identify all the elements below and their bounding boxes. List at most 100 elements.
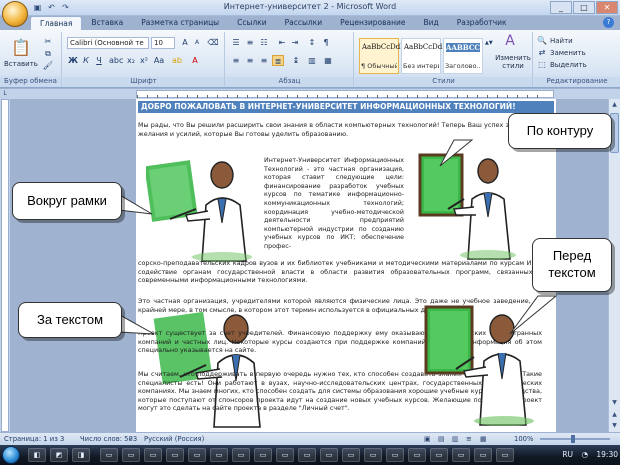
- subscript-icon[interactable]: x₂: [125, 55, 137, 66]
- tray-clock[interactable]: 19:30: [596, 450, 618, 459]
- borders-icon[interactable]: ▦: [322, 55, 334, 66]
- align-right-icon[interactable]: ≡: [258, 55, 270, 66]
- tab-home[interactable]: Главная: [30, 16, 83, 30]
- replace-button[interactable]: Заменить: [550, 49, 586, 57]
- view-print-layout-icon[interactable]: ▣: [424, 435, 430, 443]
- presenter-clipart-square[interactable]: [146, 153, 258, 263]
- zoom-slider-handle[interactable]: [571, 435, 575, 443]
- bullets-icon[interactable]: ☰: [230, 37, 242, 48]
- tab-mailings[interactable]: Рассылки: [276, 16, 332, 30]
- copy-icon[interactable]: ⧉: [42, 48, 54, 59]
- taskbar-app-1-icon[interactable]: ◧: [28, 448, 46, 462]
- taskbar-window-5[interactable]: ▭: [188, 448, 206, 462]
- next-page-icon[interactable]: ▼: [609, 420, 620, 431]
- justify-icon[interactable]: ≣: [272, 55, 284, 66]
- minimize-button[interactable]: _: [550, 1, 572, 14]
- find-icon[interactable]: 🔍: [536, 35, 548, 46]
- help-icon[interactable]: ?: [603, 17, 614, 28]
- grow-font-icon[interactable]: A: [179, 37, 191, 48]
- italic-icon[interactable]: К: [80, 55, 92, 66]
- prev-page-icon[interactable]: ▲: [609, 409, 620, 420]
- taskbar-window-7[interactable]: ▭: [232, 448, 250, 462]
- line-spacing-icon[interactable]: ↨: [290, 55, 302, 66]
- taskbar-window-3[interactable]: ▭: [144, 448, 162, 462]
- sort-icon[interactable]: ↕: [306, 37, 318, 48]
- shrink-font-icon[interactable]: A: [191, 37, 203, 48]
- font-color-icon[interactable]: A: [189, 55, 201, 66]
- taskbar-window-9[interactable]: ▭: [276, 448, 294, 462]
- clear-format-icon[interactable]: ⌫: [207, 37, 219, 48]
- status-language[interactable]: Русский (Россия): [144, 435, 204, 443]
- format-painter-icon[interactable]: 🖌: [42, 60, 54, 71]
- horizontal-ruler[interactable]: [136, 90, 554, 98]
- style-heading[interactable]: AABBCC Заголово...: [443, 38, 483, 74]
- tab-references[interactable]: Ссылки: [228, 16, 275, 30]
- zoom-slider[interactable]: [540, 438, 610, 440]
- taskbar-window-16[interactable]: ▭: [430, 448, 448, 462]
- align-center-icon[interactable]: ≡: [244, 55, 256, 66]
- taskbar-window-17[interactable]: ▭: [452, 448, 470, 462]
- office-button[interactable]: [2, 1, 28, 27]
- bold-icon[interactable]: Ж: [67, 55, 79, 66]
- numbering-icon[interactable]: ≡: [244, 37, 256, 48]
- superscript-icon[interactable]: x²: [138, 55, 150, 66]
- taskbar-window-18[interactable]: ▭: [474, 448, 492, 462]
- tab-view[interactable]: Вид: [414, 16, 447, 30]
- view-draft-icon[interactable]: ▦: [480, 435, 486, 443]
- strikethrough-icon[interactable]: abc: [109, 55, 123, 66]
- taskbar-app-2-icon[interactable]: ◩: [50, 448, 68, 462]
- paste-button[interactable]: Вставить: [4, 60, 38, 68]
- replace-icon[interactable]: ⇄: [536, 47, 548, 58]
- tab-insert[interactable]: Вставка: [82, 16, 132, 30]
- taskbar-window-1[interactable]: ▭: [100, 448, 118, 462]
- tray-icon[interactable]: ◔: [581, 450, 588, 459]
- start-button[interactable]: [2, 446, 20, 464]
- scroll-up-icon[interactable]: ▲: [609, 99, 620, 110]
- select-button[interactable]: Выделить: [550, 61, 587, 69]
- taskbar-window-8[interactable]: ▭: [254, 448, 272, 462]
- shading-icon[interactable]: ▥: [306, 55, 318, 66]
- style-no-spacing[interactable]: AaBbCcDdI Без интерв...: [401, 38, 445, 74]
- zoom-level[interactable]: 100%: [514, 435, 533, 443]
- view-outline-icon[interactable]: ≡: [466, 435, 472, 443]
- taskbar-app-3-icon[interactable]: ◨: [72, 448, 90, 462]
- find-button[interactable]: Найти: [550, 37, 573, 45]
- cut-icon[interactable]: ✂: [42, 36, 54, 47]
- document-page[interactable]: ДОБРО ПОЖАЛОВАТЬ В ИНТЕРНЕТ-УНИВЕРСИТЕТ …: [136, 99, 556, 432]
- scroll-down-icon[interactable]: ▼: [609, 397, 620, 408]
- styles-scroll-icon[interactable]: ▲▼: [485, 38, 493, 74]
- taskbar-window-6[interactable]: ▭: [210, 448, 228, 462]
- highlight-icon[interactable]: ab: [171, 55, 183, 66]
- keyboard-language[interactable]: RU: [562, 450, 573, 459]
- taskbar-window-10[interactable]: ▭: [298, 448, 316, 462]
- close-button[interactable]: ✕: [596, 1, 618, 14]
- view-reading-icon[interactable]: ▤: [438, 435, 444, 443]
- change-styles-button[interactable]: Изменить стили: [495, 54, 531, 70]
- vertical-ruler[interactable]: [0, 99, 10, 432]
- view-web-icon[interactable]: ▥: [452, 435, 458, 443]
- tab-developer[interactable]: Разработчик: [448, 16, 516, 30]
- taskbar-window-4[interactable]: ▭: [166, 448, 184, 462]
- taskbar-window-13[interactable]: ▭: [364, 448, 382, 462]
- paste-icon[interactable]: 📋: [10, 38, 32, 58]
- increase-indent-icon[interactable]: ⇥: [289, 37, 301, 48]
- spellcheck-icon[interactable]: ✓: [128, 435, 134, 443]
- font-family-select[interactable]: Calibri (Основной те: [67, 37, 149, 49]
- font-size-select[interactable]: 10: [151, 37, 175, 49]
- taskbar-window-15[interactable]: ▭: [408, 448, 426, 462]
- multilevel-list-icon[interactable]: ☷: [258, 37, 270, 48]
- taskbar-window-11[interactable]: ▭: [320, 448, 338, 462]
- underline-icon[interactable]: Ч: [93, 55, 105, 66]
- tab-page-layout[interactable]: Разметка страницы: [132, 16, 228, 30]
- show-marks-icon[interactable]: ¶: [320, 37, 332, 48]
- taskbar-window-14[interactable]: ▭: [386, 448, 404, 462]
- tab-selector-icon[interactable]: L: [0, 89, 10, 99]
- taskbar-window-12[interactable]: ▭: [342, 448, 360, 462]
- change-case-icon[interactable]: Aa: [153, 55, 165, 66]
- align-left-icon[interactable]: ≡: [230, 55, 242, 66]
- status-page[interactable]: Страница: 1 из 3: [4, 435, 64, 443]
- decrease-indent-icon[interactable]: ⇤: [276, 37, 288, 48]
- style-normal[interactable]: AaBbCcDdI ¶ Обычный: [359, 38, 403, 74]
- tab-review[interactable]: Рецензирование: [331, 16, 414, 30]
- taskbar-window-19[interactable]: ▭: [496, 448, 514, 462]
